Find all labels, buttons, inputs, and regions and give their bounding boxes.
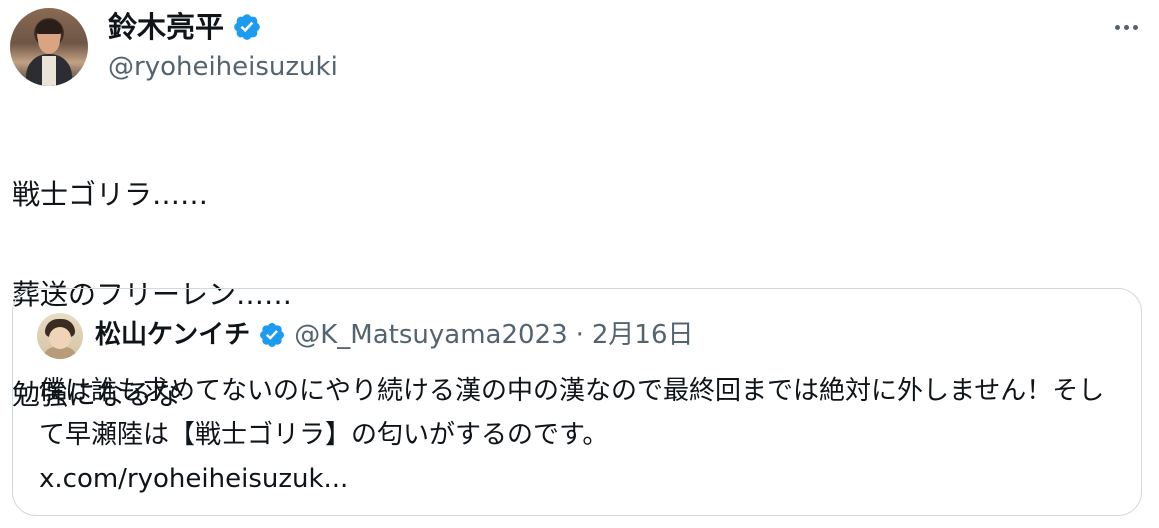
avatar-face xyxy=(49,327,71,349)
meta-separator: · xyxy=(575,320,584,350)
quoted-tweet[interactable]: 松山ケンイチ @K_Matsuyama2023 · 2月16日 僕は誰も求めてな… xyxy=(12,288,1142,516)
author-display-name[interactable]: 鈴木亮平 xyxy=(108,8,224,46)
quoted-display-name[interactable]: 松山ケンイチ xyxy=(95,317,250,353)
more-horizontal-icon xyxy=(1132,24,1138,30)
more-options-button[interactable] xyxy=(1106,12,1146,42)
more-horizontal-icon xyxy=(1114,24,1120,30)
quoted-handle[interactable]: @K_Matsuyama2023 xyxy=(294,317,567,353)
quoted-text: 僕は誰も求めてないのにやり続ける漢の中の漢なので最終回までは絶対に外しません！そ… xyxy=(39,369,1129,501)
author-handle[interactable]: @ryoheiheisuzuki xyxy=(108,50,338,84)
avatar-shirt xyxy=(42,56,56,86)
author-avatar[interactable] xyxy=(10,8,88,86)
more-horizontal-icon xyxy=(1123,24,1129,30)
author-name-row[interactable]: 鈴木亮平 xyxy=(108,8,262,46)
quoted-link[interactable]: x.com/ryoheiheisuzuk... xyxy=(39,457,1129,501)
verified-badge-icon xyxy=(260,323,285,347)
tweet-card: 鈴木亮平 @ryoheiheisuzuki 戦士ゴリラ…… 葬送のフリーレン……… xyxy=(0,0,1159,528)
quoted-author-avatar[interactable] xyxy=(37,313,83,359)
quoted-header: 松山ケンイチ @K_Matsuyama2023 · 2月16日 xyxy=(95,317,694,353)
quoted-date[interactable]: 2月16日 xyxy=(592,317,694,353)
avatar-hair xyxy=(36,20,62,34)
quoted-body: 僕は誰も求めてないのにやり続ける漢の中の漢なので最終回までは絶対に外しません！そ… xyxy=(39,376,1105,450)
tweet-text-line: 戦士ゴリラ…… xyxy=(12,178,209,211)
verified-badge-icon xyxy=(234,14,260,40)
